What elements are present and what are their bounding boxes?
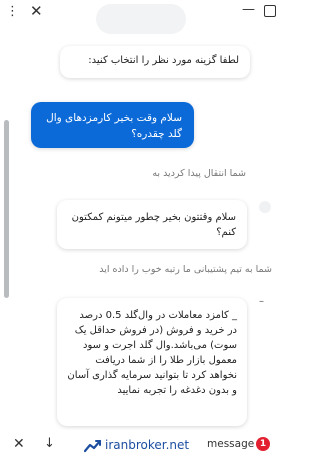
minimize-icon[interactable]: — [242, 2, 255, 17]
chat-footer: ✕ ↓ iranbroker.net message 1 [0, 430, 282, 464]
unread-badge: 1 [256, 437, 270, 451]
agent-prompt-bubble: لطفا گزینه مورد نظر را انتخاب کنید: [60, 46, 250, 78]
brand-name: iranbroker.net [105, 438, 190, 452]
expand-icon[interactable] [264, 5, 276, 17]
user-message-bubble: سلام وقت بخیر کارمزدهای وال گلد چقدره؟ [31, 102, 194, 148]
more-options-icon[interactable]: ⋮ [6, 4, 19, 20]
trend-chart-icon [84, 439, 102, 453]
scroll-down-icon[interactable]: ↓ [44, 436, 55, 451]
agent-prompt-text: لطفا گزینه مورد نظر را انتخاب کنید: [88, 55, 239, 66]
agent-greeting-bubble: سلام وقتتون بخیر چطور میتونم کمکتون کنم؟ [57, 200, 247, 249]
chat-scrollbar[interactable] [4, 120, 9, 298]
system-rating-text: شما به تیم پشتیبانی ما رتبه خوب را داده … [99, 264, 272, 275]
chat-header: ⋮ ✕ — [0, 0, 282, 40]
close-icon[interactable]: ✕ [30, 3, 43, 19]
system-transfer-notice: شما انتقال پیدا کردید به [70, 168, 246, 179]
footer-close-icon[interactable]: ✕ [13, 436, 25, 452]
system-rating-notice: شما به تیم پشتیبانی ما رتبه خوب را داده … [20, 264, 272, 275]
agent-name-pill [96, 4, 186, 34]
header-left-controls: ⋮ ✕ [6, 3, 50, 20]
agent-answer-text: _ کامزد معاملات در وال‌گلد 0.5 درصد در خ… [67, 310, 237, 396]
agent-avatar [259, 201, 271, 213]
system-transfer-text: شما انتقال پیدا کردید به [152, 168, 246, 179]
header-right-controls: — [240, 2, 276, 20]
message-label[interactable]: message [207, 438, 254, 450]
user-message-text: سلام وقت بخیر کارمزدهای وال گلد چقدره؟ [46, 112, 182, 140]
chat-widget: ⋮ ✕ — لطفا گزینه مورد نظر را انتخاب کنید… [0, 0, 282, 464]
agent-answer-bubble: _ کامزد معاملات در وال‌گلد 0.5 درصد در خ… [57, 298, 247, 426]
agent-greeting-text: سلام وقتتون بخیر چطور میتونم کمکتون کنم؟ [71, 212, 236, 238]
agent-avatar-marker: – [259, 296, 264, 307]
